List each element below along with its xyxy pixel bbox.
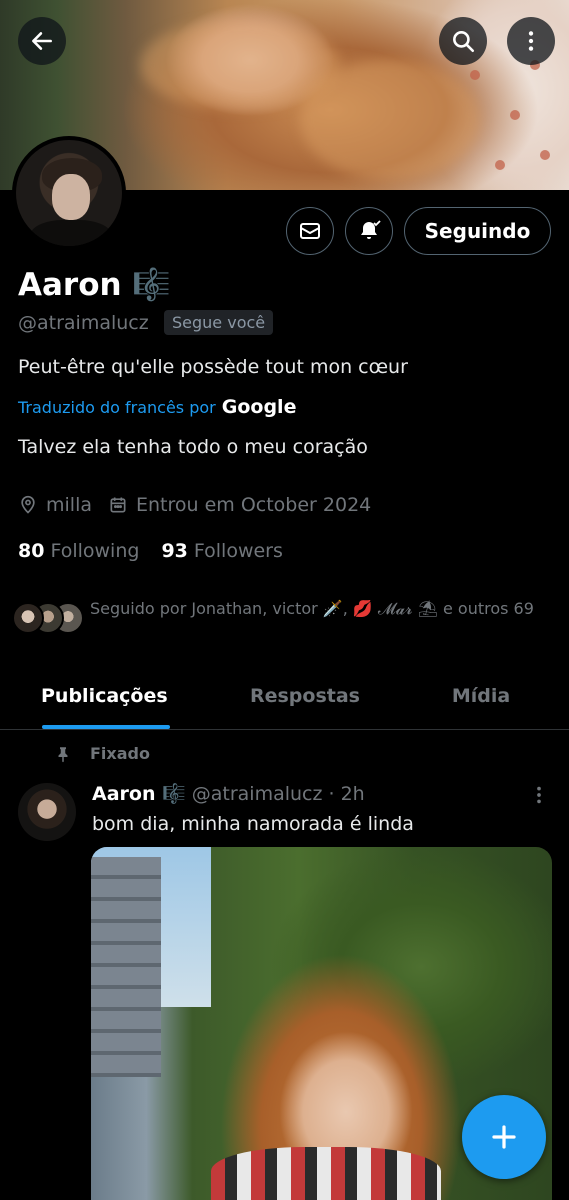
tab-label: Mídia xyxy=(451,685,511,707)
more-vertical-icon xyxy=(528,31,534,51)
profile-avatar[interactable] xyxy=(12,136,126,250)
translated-label: Traduzido do francês por xyxy=(18,397,216,417)
following-stat[interactable]: 80 Following xyxy=(18,540,139,562)
more-vertical-icon[interactable] xyxy=(528,784,550,806)
profile-meta: milla Entrou em October 2024 xyxy=(18,494,387,516)
following-button[interactable]: Seguindo xyxy=(404,207,551,255)
envelope-icon xyxy=(300,223,320,239)
plus-icon xyxy=(492,1125,516,1149)
pinned-indicator: Fixado xyxy=(54,744,150,763)
location-pin-icon xyxy=(21,495,35,514)
message-button[interactable] xyxy=(286,207,334,255)
tab-publicacoes[interactable]: Publicações xyxy=(0,668,217,729)
location-text: milla xyxy=(46,494,92,516)
search-icon xyxy=(453,31,475,53)
post-text: bom dia, minha namorada é linda xyxy=(92,813,414,835)
follow-stats: 80 Following 93 Followers xyxy=(18,540,305,562)
back-button[interactable] xyxy=(18,17,66,65)
avatar xyxy=(12,602,44,634)
translation-notice[interactable]: Traduzido do francês por Google xyxy=(18,396,296,418)
post-author[interactable]: Aaron 🎼 xyxy=(92,782,186,805)
joined-text: Entrou em October 2024 xyxy=(136,494,372,516)
joined-item: Entrou em October 2024 xyxy=(108,494,371,516)
pin-icon xyxy=(58,746,68,762)
search-button[interactable] xyxy=(439,17,487,65)
more-options-button[interactable] xyxy=(507,17,555,65)
profile-tabs: Publicações Respostas Mídia xyxy=(0,668,569,730)
bio-original: Peut-être qu'elle possède tout mon cœur xyxy=(18,356,408,378)
following-label: Following xyxy=(50,540,140,562)
google-logo: Google xyxy=(221,396,297,418)
active-tab-indicator xyxy=(42,725,170,729)
follows-you-badge: Segue você xyxy=(164,310,274,335)
tab-label: Respostas xyxy=(249,685,360,707)
location-item: milla xyxy=(18,494,92,516)
followers-count: 93 xyxy=(161,540,188,562)
post-avatar[interactable] xyxy=(18,783,76,841)
profile-handle: @atraimalucz xyxy=(18,312,149,334)
tab-label: Publicações xyxy=(41,685,168,707)
post-handle-time: @atraimalucz · 2h xyxy=(191,782,365,805)
post-header: Aaron 🎼 @atraimalucz · 2h xyxy=(92,782,365,806)
pinned-label: Fixado xyxy=(90,744,150,763)
followers-label: Followers xyxy=(193,540,283,562)
profile-name: Aaron 🎼 xyxy=(18,267,171,303)
bio-translated: Talvez ela tenha todo o meu coração xyxy=(18,436,368,458)
tab-respostas[interactable]: Respostas xyxy=(217,668,393,729)
following-count: 80 xyxy=(18,540,45,562)
followers-stat[interactable]: 93 Followers xyxy=(161,540,282,562)
followed-by-avatars xyxy=(12,596,90,638)
bell-check-icon xyxy=(361,220,381,239)
followed-by-row[interactable]: Seguido por Jonathan, victor 🗡️, 💋 𝓜𝓪𝓻 ⛱… xyxy=(12,596,552,638)
arrow-left-icon xyxy=(32,32,52,50)
compose-button[interactable] xyxy=(462,1095,546,1179)
followed-by-text: Seguido por Jonathan, victor 🗡️, 💋 𝓜𝓪𝓻 ⛱… xyxy=(90,599,534,618)
tab-midia[interactable]: Mídia xyxy=(393,668,569,729)
notifications-button[interactable] xyxy=(345,207,393,255)
calendar-icon xyxy=(110,497,126,513)
